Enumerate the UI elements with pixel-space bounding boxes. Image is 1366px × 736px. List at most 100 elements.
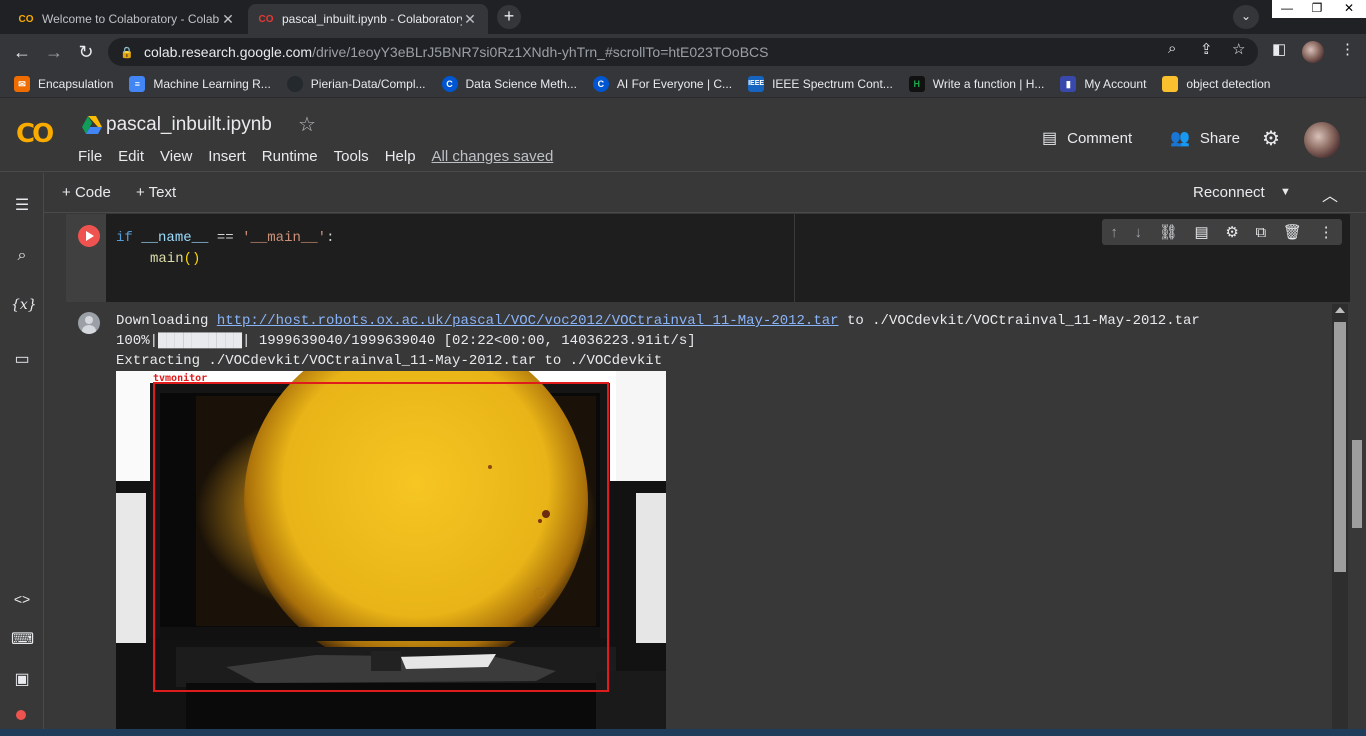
caret-down-icon[interactable]: ▼ — [1280, 186, 1291, 198]
tab-pascal-notebook[interactable]: CO pascal_inbuilt.ipynb - Colaboratory ✕ — [248, 4, 488, 34]
minimize-button[interactable]: — — [1272, 0, 1302, 18]
page-scrollbar-thumb[interactable] — [1352, 440, 1362, 528]
save-status[interactable]: All changes saved — [432, 148, 554, 165]
code-editor[interactable]: if __name__ == '__main__': main() — [106, 214, 794, 302]
github-icon — [286, 75, 303, 92]
tab-welcome[interactable]: CO Welcome to Colaboratory - Colab ✕ — [8, 4, 246, 34]
menu-view[interactable]: View — [160, 148, 192, 165]
command-palette-icon[interactable]: ⌨ — [11, 629, 34, 649]
code-line-1: if __name__ == '__main__': — [116, 230, 335, 246]
reload-icon[interactable]: ↻ — [74, 40, 98, 64]
cell-toolbar: ↑ ↓ ⛓ ▤ ⚙ ⧉ 🗑 ⋮ — [1102, 219, 1342, 245]
scrollbar-thumb[interactable] — [1334, 322, 1346, 572]
close-tab-icon[interactable]: ✕ — [462, 11, 478, 28]
scroll-up-arrow-icon[interactable] — [1335, 307, 1345, 313]
detection-image-svg: tvmonitor — [116, 371, 666, 736]
url-path: /drive/1eoyY3eBLrJ5BNR7si0Rz1XNdh-yhTrn_… — [312, 44, 769, 60]
output-extracting-line: Extracting ./VOCdevkit/VOCtrainval_11-Ma… — [116, 353, 663, 369]
new-tab-button[interactable]: + — [497, 5, 521, 29]
browser-toolbar: ← → ↻ 🔒 colab.research.google.com/drive/… — [0, 34, 1366, 70]
settings-gear-icon[interactable]: ⚙ — [1225, 223, 1238, 241]
more-vert-icon[interactable]: ⋮ — [1319, 223, 1334, 241]
move-down-icon[interactable]: ↓ — [1135, 224, 1143, 241]
mirror-cell-icon[interactable]: ⧉ — [1255, 224, 1266, 241]
menu-help[interactable]: Help — [385, 148, 416, 165]
bookmark-pierian-data[interactable]: Pierian-Data/Compl... — [286, 75, 426, 92]
lock-icon: 🔒 — [120, 46, 134, 59]
bookmark-data-science[interactable]: C Data Science Meth... — [441, 75, 577, 92]
star-icon[interactable]: ☆ — [298, 112, 316, 137]
share-button[interactable]: 👥 Share — [1170, 128, 1240, 148]
bookmarks-bar: ✉ Encapsulation ≡ Machine Learning R... Pi… — [0, 70, 1366, 98]
restore-button[interactable]: ❐ — [1302, 0, 1332, 18]
browser-menu-icon[interactable]: ⋮ — [1340, 40, 1355, 58]
settings-gear-icon[interactable]: ⚙ — [1262, 126, 1280, 151]
bookmark-my-account[interactable]: ▮ My Account — [1060, 75, 1146, 92]
menu-insert[interactable]: Insert — [208, 148, 246, 165]
bookmark-ieee-spectrum[interactable]: IEEE IEEE Spectrum Cont... — [748, 75, 893, 92]
user-avatar[interactable] — [1304, 122, 1340, 158]
status-dot-icon — [16, 710, 26, 720]
table-of-contents-icon[interactable]: ☰ — [11, 195, 33, 215]
address-bar[interactable]: 🔒 colab.research.google.com/drive/1eoyY3… — [108, 38, 1258, 66]
add-text-button[interactable]: + Text — [136, 184, 176, 201]
bookmark-encapsulation[interactable]: ✉ Encapsulation — [14, 75, 113, 92]
menu-file[interactable]: File — [78, 148, 102, 165]
bookmark-ai-for-everyone[interactable]: C AI For Everyone | C... — [592, 75, 732, 92]
folder-icon[interactable]: ▭ — [11, 349, 33, 369]
google-drive-icon[interactable] — [82, 116, 102, 134]
back-arrow-icon[interactable]: ← — [10, 40, 34, 64]
menu-bar: File Edit View Insert Runtime Tools Help… — [78, 148, 569, 165]
left-sidebar: ☰ ⌕ {x} ▭ <> ⌨ ▣ — [0, 173, 44, 736]
bookmark-machine-learning[interactable]: ≡ Machine Learning R... — [129, 75, 271, 92]
code-line-2: main() — [150, 251, 201, 267]
colab-favicon-icon: CO — [258, 13, 274, 25]
tab-search-chevron-icon[interactable]: ⌄ — [1233, 5, 1259, 29]
zoom-icon[interactable]: ⌕ — [1168, 40, 1176, 57]
link-icon[interactable]: ⛓ — [1159, 223, 1178, 241]
chevron-up-icon[interactable]: ︿ — [1322, 182, 1338, 206]
browser-tab-strip: CO Welcome to Colaboratory - Colab ✕ CO … — [0, 0, 1366, 34]
reconnect-button[interactable]: Reconnect — [1193, 184, 1265, 201]
variables-icon[interactable]: {x} — [11, 297, 37, 313]
move-up-icon[interactable]: ↑ — [1110, 224, 1118, 241]
doc-icon: ≡ — [129, 75, 146, 92]
folder-icon — [1162, 75, 1179, 92]
close-window-button[interactable]: ✕ — [1332, 0, 1366, 18]
notebook-title[interactable]: pascal_inbuilt.ipynb — [106, 114, 272, 136]
comment-icon[interactable]: ▤ — [1194, 223, 1208, 241]
coursera-icon: C — [592, 75, 609, 92]
terminal-icon[interactable]: ▣ — [11, 669, 33, 689]
search-icon[interactable]: ⌕ — [11, 247, 33, 265]
coursera-icon: C — [441, 75, 458, 92]
share-page-icon[interactable]: ⇪ — [1200, 40, 1213, 58]
output-avatar-icon[interactable] — [78, 312, 100, 334]
bookmark-object-detection[interactable]: object detection — [1162, 75, 1270, 92]
code-snippets-icon[interactable]: <> — [11, 591, 33, 607]
delete-icon[interactable]: 🗑 — [1283, 223, 1302, 241]
menu-tools[interactable]: Tools — [334, 148, 369, 165]
hackerrank-icon: H — [908, 75, 925, 92]
tab-title: Welcome to Colaboratory - Colab — [42, 12, 220, 26]
run-cell-button[interactable] — [78, 225, 100, 247]
output-progress-line: 100%|██████████| 1999639040/1999639040 [… — [116, 333, 696, 349]
bookmark-star-icon[interactable]: ☆ — [1232, 40, 1245, 58]
detection-label: tvmonitor — [153, 372, 207, 384]
download-url-link[interactable]: http://host.robots.ox.ac.uk/pascal/VOC/v… — [217, 313, 839, 329]
menu-runtime[interactable]: Runtime — [262, 148, 318, 165]
comment-button[interactable]: ▤ Comment — [1042, 128, 1132, 148]
url-host: colab.research.google.com — [144, 44, 313, 60]
os-taskbar — [0, 729, 1366, 736]
profile-avatar[interactable] — [1302, 41, 1324, 63]
menu-edit[interactable]: Edit — [118, 148, 144, 165]
forward-arrow-icon[interactable]: → — [42, 40, 66, 64]
detection-output-image: tvmonitor — [116, 371, 666, 736]
output-scrollbar[interactable] — [1332, 304, 1348, 736]
side-panel-icon[interactable]: ◧ — [1272, 40, 1286, 58]
close-tab-icon[interactable]: ✕ — [220, 11, 236, 28]
colab-favicon-icon: CO — [18, 13, 34, 25]
ieee-icon: IEEE — [748, 75, 765, 92]
add-code-button[interactable]: + Code — [62, 184, 111, 201]
bookmark-hackerrank[interactable]: H Write a function | H... — [908, 75, 1044, 92]
colab-logo[interactable]: CO — [16, 119, 54, 149]
